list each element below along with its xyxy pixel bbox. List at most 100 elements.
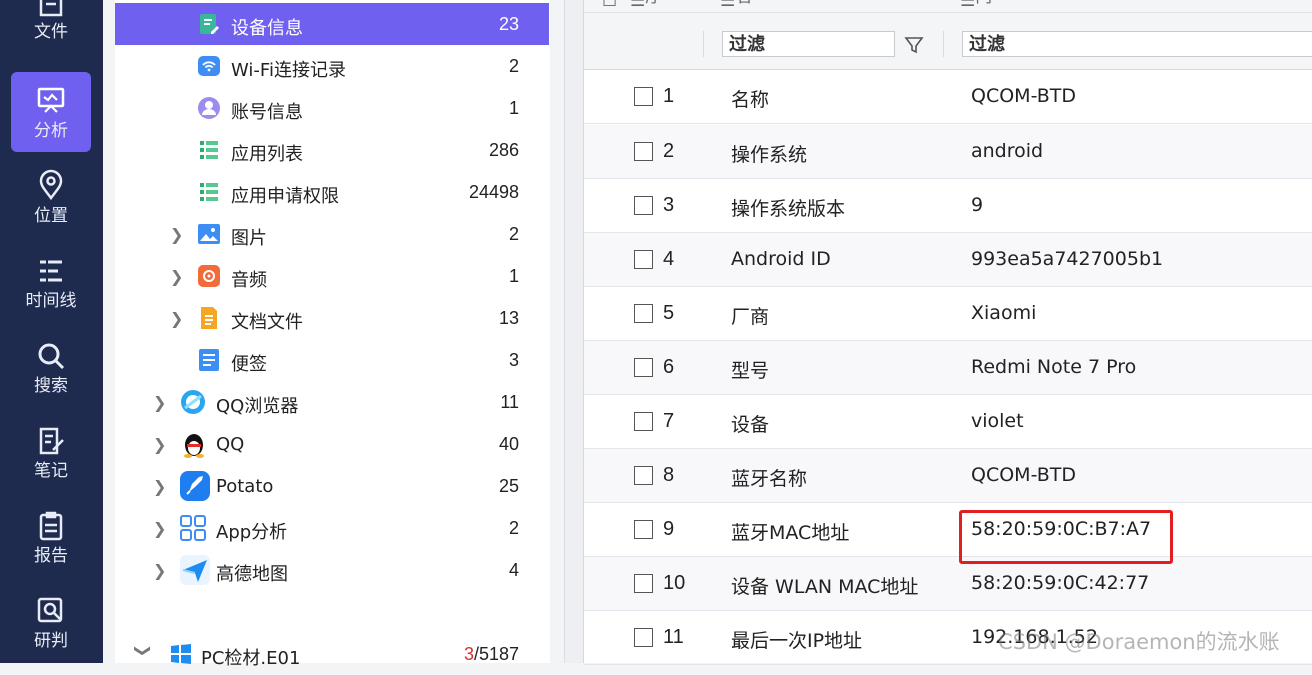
tree-item-app-list[interactable]: 应用列表 286 xyxy=(115,129,549,171)
rail-label-file: 文件 xyxy=(34,22,68,42)
tree-item-documents[interactable]: ❯ 文档文件 13 xyxy=(115,297,549,339)
tree-item-permissions[interactable]: 应用申请权限 24498 xyxy=(115,171,549,213)
rail-item-notes[interactable]: 笔记 xyxy=(11,420,91,500)
row-checkbox[interactable] xyxy=(634,196,653,215)
row-index: 3 xyxy=(663,194,675,216)
row-checkbox[interactable] xyxy=(634,412,653,431)
table-row[interactable]: 9 蓝牙MAC地址 58:20:59:0C:B7:A7 xyxy=(584,503,1312,557)
row-value: android xyxy=(971,140,1044,162)
row-index: 6 xyxy=(663,356,675,378)
tree-item-label: 高德地图 xyxy=(216,564,288,585)
amap-icon xyxy=(180,555,210,585)
header-checkbox[interactable]: ☐ xyxy=(602,0,617,11)
tree-item-account[interactable]: 账号信息 1 xyxy=(115,87,549,129)
chevron-right-icon[interactable]: ❯ xyxy=(170,309,184,328)
tree-item-label: 便签 xyxy=(231,354,267,375)
memo-icon xyxy=(199,349,219,371)
tree-item-qq[interactable]: ❯ QQ 40 xyxy=(115,423,549,465)
row-checkbox[interactable] xyxy=(634,142,653,161)
tree-item-label: 文档文件 xyxy=(231,312,303,333)
tree-item-potato[interactable]: ❯ Potato 25 xyxy=(115,465,549,507)
row-name: 设备 xyxy=(731,414,770,436)
tree-item-wifi[interactable]: Wi-Fi连接记录 2 xyxy=(115,45,549,87)
tree-item-audio[interactable]: ❯ 音频 1 xyxy=(115,255,549,297)
monitor-icon xyxy=(37,87,65,113)
row-value: violet xyxy=(971,410,1024,432)
table-row[interactable]: 7 设备 violet xyxy=(584,395,1312,449)
tree-item-images[interactable]: ❯ 图片 2 xyxy=(115,213,549,255)
header-name[interactable]: ☰ 名称 xyxy=(720,0,752,11)
chevron-right-icon[interactable]: ❯ xyxy=(170,225,184,244)
row-checkbox[interactable] xyxy=(634,250,653,269)
row-checkbox[interactable] xyxy=(634,304,653,323)
device-info-table: ☐ ☰ 序号 ☰ 名称 ☰ 内容 过滤 过滤 1 名称 QCOM-BTD 2 操作系统… xyxy=(583,0,1312,665)
tree-item-label: PC检材.E01 xyxy=(201,648,301,669)
row-name: 型号 xyxy=(731,360,770,382)
row-value: 993ea5a7427005b1 xyxy=(971,248,1164,270)
rail-item-search[interactable]: 搜索 xyxy=(11,335,91,415)
rail-item-report[interactable]: 报告 xyxy=(11,505,91,585)
tree-item-pc-evidence[interactable]: ❯ PC检材.E01 3/5187 xyxy=(115,633,549,675)
chevron-right-icon[interactable]: ❯ xyxy=(153,561,167,580)
rail-item-analysis[interactable]: 分析 xyxy=(11,72,91,152)
tree-item-count: 40 xyxy=(498,434,519,454)
chevron-right-icon[interactable]: ❯ xyxy=(153,519,167,538)
row-value: 9 xyxy=(971,194,984,216)
filter-funnel-icon[interactable] xyxy=(904,35,924,55)
rail-label-notes: 笔记 xyxy=(34,461,68,481)
tree-item-count: 286 xyxy=(488,140,519,160)
tree-item-amap[interactable]: ❯ 高德地图 4 xyxy=(115,549,549,591)
table-row[interactable]: 2 操作系统 android xyxy=(584,125,1312,179)
document-icon xyxy=(201,307,217,329)
table-row[interactable]: 6 型号 Redmi Note 7 Pro xyxy=(584,341,1312,395)
chevron-right-icon[interactable]: ❯ xyxy=(153,477,167,496)
tree-item-qq-browser[interactable]: ❯ QQ浏览器 11 xyxy=(115,381,549,423)
header-index[interactable]: ☰ 序号 xyxy=(630,0,662,11)
tree-item-memo[interactable]: 便签 3 xyxy=(115,339,549,381)
row-value: Xiaomi xyxy=(971,302,1037,324)
name-filter-input[interactable]: 过滤 xyxy=(722,31,895,57)
row-checkbox[interactable] xyxy=(634,87,653,106)
tree-item-label: Potato xyxy=(216,476,274,497)
chevron-right-icon[interactable]: ❯ xyxy=(153,435,167,454)
rail-label-analysis: 分析 xyxy=(34,121,68,141)
tree-item-count: 1 xyxy=(508,98,519,118)
filter-row: 过滤 过滤 xyxy=(584,13,1312,70)
header-index-label: 序号 xyxy=(645,0,662,12)
row-index: 9 xyxy=(663,518,675,540)
device-info-icon xyxy=(200,14,219,34)
rail-item-judge[interactable]: 研判 xyxy=(11,590,91,670)
tree-item-device-info[interactable]: 设备信息 23 xyxy=(115,3,549,45)
header-content[interactable]: ☰ 内容 xyxy=(960,0,992,11)
tree-item-app-analysis[interactable]: ❯ App分析 2 xyxy=(115,507,549,549)
row-index: 11 xyxy=(663,626,684,648)
row-index: 10 xyxy=(663,572,686,594)
row-checkbox[interactable] xyxy=(634,574,653,593)
tree-item-label: App分析 xyxy=(216,522,288,543)
content-filter-input[interactable]: 过滤 xyxy=(962,31,1312,57)
rail-item-timeline[interactable]: 时间线 xyxy=(11,250,91,330)
row-checkbox[interactable] xyxy=(634,520,653,539)
column-divider xyxy=(943,31,944,57)
row-name: Android ID xyxy=(731,248,831,270)
row-value: 58:20:59:0C:B7:A7 xyxy=(971,518,1152,540)
image-icon xyxy=(198,224,220,244)
row-checkbox[interactable] xyxy=(634,628,653,647)
error-count: 3 xyxy=(463,644,474,664)
table-row[interactable]: 3 操作系统版本 9 xyxy=(584,179,1312,233)
row-checkbox[interactable] xyxy=(634,358,653,377)
table-row[interactable]: 5 厂商 Xiaomi xyxy=(584,287,1312,341)
chevron-right-icon[interactable]: ❯ xyxy=(170,267,184,286)
table-row[interactable]: 10 设备 WLAN MAC地址 58:20:59:0C:42:77 xyxy=(584,557,1312,611)
rail-item-location[interactable]: 位置 xyxy=(11,165,91,245)
chevron-right-icon[interactable]: ❯ xyxy=(153,393,167,412)
chevron-down-icon[interactable]: ❯ xyxy=(134,644,153,658)
search-icon xyxy=(38,343,65,370)
table-row[interactable]: 1 名称 QCOM-BTD xyxy=(584,70,1312,124)
tree-item-count: 11 xyxy=(500,392,519,412)
table-row[interactable]: 8 蓝牙名称 QCOM-BTD xyxy=(584,449,1312,503)
panel-splitter[interactable] xyxy=(564,0,583,663)
table-row[interactable]: 4 Android ID 993ea5a7427005b1 xyxy=(584,233,1312,287)
rail-item-file[interactable]: 文件 xyxy=(11,0,91,66)
row-checkbox[interactable] xyxy=(634,466,653,485)
